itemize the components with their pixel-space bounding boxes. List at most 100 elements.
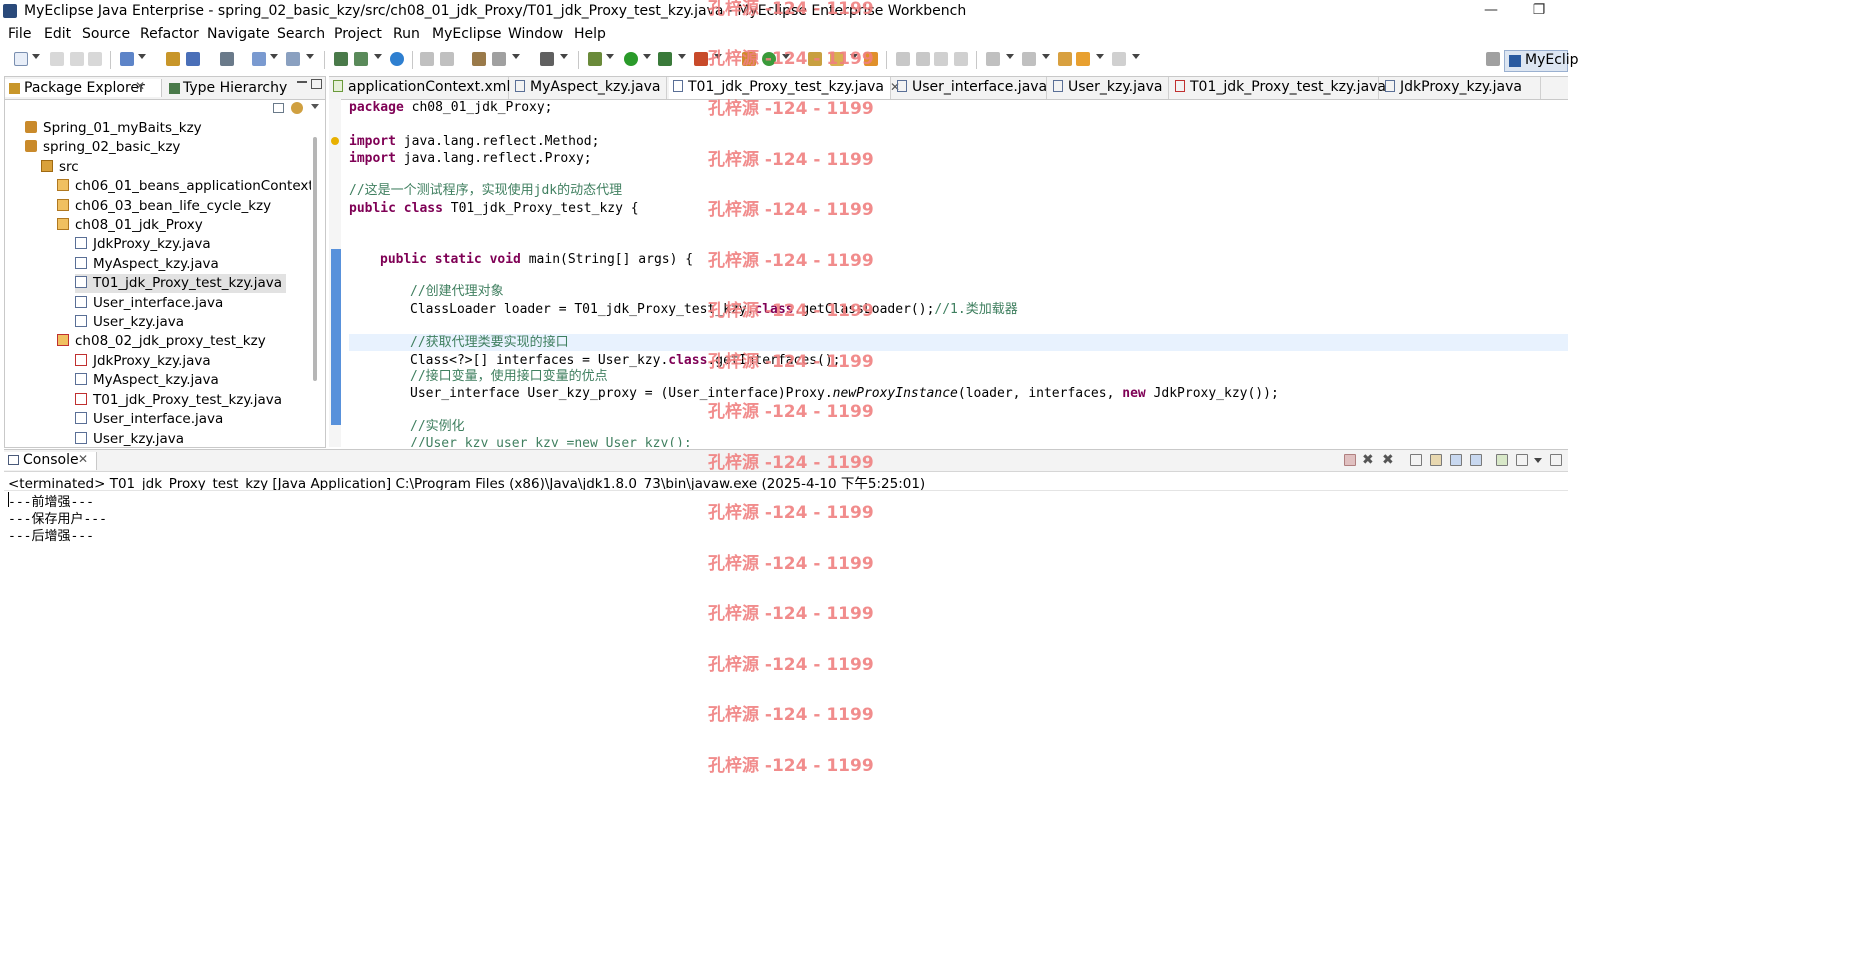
next-annotation-icon[interactable] xyxy=(986,52,1000,66)
close-icon[interactable]: ✕ xyxy=(135,79,145,93)
code-line[interactable]: import java.lang.reflect.Method; xyxy=(349,133,599,150)
close-icon[interactable]: ✕ xyxy=(78,452,88,466)
editor-tab[interactable]: User_kzy.java xyxy=(1049,77,1169,99)
package-icon[interactable] xyxy=(166,52,180,66)
tree-item[interactable]: User_kzy.java xyxy=(75,430,184,447)
server-icon[interactable] xyxy=(220,52,234,66)
tree-item[interactable]: ch08_02_jdk_proxy_test_kzy xyxy=(57,332,266,351)
open-type-icon[interactable] xyxy=(120,52,134,66)
code-comment[interactable]: //这是一个测试程序，实现使用jdk的动态代理 xyxy=(349,182,622,199)
debug-icon[interactable] xyxy=(588,52,602,66)
maximize-button[interactable]: ❐ xyxy=(1524,2,1554,22)
tab-package-explorer[interactable]: Package Explorer ✕ xyxy=(5,79,162,97)
coverage-dropdown-icon[interactable] xyxy=(678,54,686,59)
tab-type-hierarchy[interactable]: Type Hierarchy xyxy=(165,79,287,97)
menu-window[interactable]: Window xyxy=(508,26,563,42)
print-icon[interactable] xyxy=(88,52,102,66)
console-output-line[interactable]: ---后增强--- xyxy=(8,525,94,544)
minimize-button[interactable]: — xyxy=(1476,2,1506,22)
coverage-icon[interactable] xyxy=(658,52,672,66)
code-line[interactable]: package ch08_01_jdk_Proxy; xyxy=(349,99,553,116)
menu-navigate[interactable]: Navigate xyxy=(207,26,270,42)
code-line[interactable]: import java.lang.reflect.Proxy; xyxy=(349,150,592,167)
pen-icon[interactable] xyxy=(916,52,930,66)
show-on-error-icon[interactable] xyxy=(1470,454,1482,466)
menu-project[interactable]: Project xyxy=(334,26,382,42)
debug-dropdown-icon[interactable] xyxy=(606,54,614,59)
open-type-dropdown-icon[interactable] xyxy=(138,54,146,59)
menu-file[interactable]: File xyxy=(8,26,31,42)
code-comment[interactable]: //接口变量，使用接口变量的优点 xyxy=(410,368,608,385)
tree-item[interactable]: spring_02_basic_kzy xyxy=(25,138,180,157)
search-dropdown-icon[interactable] xyxy=(306,54,314,59)
next-annotation-dropdown-icon[interactable] xyxy=(1006,54,1014,59)
tree-item-selected[interactable]: T01_jdk_Proxy_test_kzy.java xyxy=(75,274,287,293)
editor-tab[interactable]: MyAspect_kzy.java xyxy=(511,77,667,99)
external-run-icon[interactable] xyxy=(694,52,708,66)
menu-run[interactable]: Run xyxy=(393,26,420,42)
deploy-icon[interactable] xyxy=(252,52,266,66)
paragraph-icon[interactable] xyxy=(954,52,968,66)
monitor-dropdown-icon[interactable] xyxy=(560,54,568,59)
monitor-icon[interactable] xyxy=(540,52,554,66)
menu-search[interactable]: Search xyxy=(277,26,325,42)
back-dropdown-icon[interactable] xyxy=(1096,54,1104,59)
search-icon[interactable] xyxy=(286,52,300,66)
code-comment[interactable]: //获取代理类要实现的接口 xyxy=(410,334,569,351)
code-comment[interactable]: //实例化 xyxy=(410,418,465,435)
tab-console[interactable]: Console ✕ xyxy=(4,452,97,470)
new-dropdown-icon[interactable] xyxy=(32,54,40,59)
deploy-dropdown-icon[interactable] xyxy=(270,54,278,59)
code-comment[interactable]: //User_kzy user_kzy =new User_kzy(); xyxy=(410,435,692,447)
open-perspective-button-icon[interactable] xyxy=(1486,52,1500,66)
last-edit-icon[interactable] xyxy=(1058,52,1072,66)
class-icon[interactable] xyxy=(186,52,200,66)
external-tools-icon[interactable] xyxy=(334,52,348,66)
tree-item[interactable]: JdkProxy_kzy.java xyxy=(75,352,211,371)
pin-icon[interactable] xyxy=(896,52,910,66)
view-menu-icon[interactable] xyxy=(311,104,319,109)
globe-icon[interactable] xyxy=(390,52,404,66)
build-icon[interactable] xyxy=(354,52,368,66)
forward-dropdown-icon[interactable] xyxy=(1132,54,1140,59)
annotation-icon[interactable] xyxy=(492,52,506,66)
forward-history-icon[interactable] xyxy=(440,52,454,66)
tree-item[interactable]: Spring_01_myBaits_kzy xyxy=(25,119,202,138)
scroll-lock-icon[interactable] xyxy=(1430,454,1442,466)
editor-tab[interactable]: applicationContext.xml xyxy=(329,77,510,99)
maximize-view-icon[interactable] xyxy=(311,79,322,89)
editor-tab[interactable]: T01_jdk_Proxy_test_kzy.java xyxy=(1171,77,1386,99)
tree-item[interactable]: MyAspect_kzy.java xyxy=(75,255,219,274)
forward-icon[interactable] xyxy=(1112,52,1126,66)
remove-launch-icon[interactable]: ✖ xyxy=(1362,452,1374,468)
run-icon[interactable] xyxy=(624,52,638,66)
annotation-dropdown-icon[interactable] xyxy=(512,54,520,59)
new-console-icon[interactable] xyxy=(1550,454,1562,466)
tree-item[interactable]: ch06_01_beans_applicationContext_kz xyxy=(57,177,311,196)
code-line[interactable]: public class T01_jdk_Proxy_test_kzy { xyxy=(349,200,639,217)
display-console-icon[interactable] xyxy=(1516,454,1528,466)
editor-tab[interactable]: JdkProxy_kzy.java xyxy=(1381,77,1541,99)
menu-myeclipse[interactable]: MyEclipse xyxy=(432,26,501,42)
code-line[interactable]: public static void main(String[] args) { xyxy=(380,251,693,268)
minimize-view-icon[interactable] xyxy=(297,81,307,83)
code-comment[interactable]: //创建代理对象 xyxy=(410,283,504,300)
editor-tab[interactable]: User_interface.java xyxy=(893,77,1047,99)
menu-source[interactable]: Source xyxy=(82,26,130,42)
terminate-icon[interactable] xyxy=(1344,454,1356,466)
back-history-icon[interactable] xyxy=(420,52,434,66)
menu-help[interactable]: Help xyxy=(574,26,606,42)
save-icon[interactable] xyxy=(50,52,64,66)
tree-item[interactable]: User_interface.java xyxy=(75,294,223,313)
task-icon[interactable] xyxy=(472,52,486,66)
tree-item[interactable]: User_interface.java xyxy=(75,410,223,429)
build-dropdown-icon[interactable] xyxy=(374,54,382,59)
tree-item[interactable]: ch06_03_bean_life_cycle_kzy xyxy=(57,197,271,216)
link-editor-icon[interactable] xyxy=(291,102,303,114)
warning-icon[interactable] xyxy=(331,137,339,145)
tree-item[interactable]: T01_jdk_Proxy_test_kzy.java xyxy=(75,391,282,410)
pin-console-icon[interactable] xyxy=(1496,454,1508,466)
collapse-all-icon[interactable] xyxy=(273,103,284,113)
perspective-myeclipse-button[interactable]: MyEclip xyxy=(1504,50,1579,72)
tree-item[interactable]: ch08_01_jdk_Proxy xyxy=(57,216,203,235)
